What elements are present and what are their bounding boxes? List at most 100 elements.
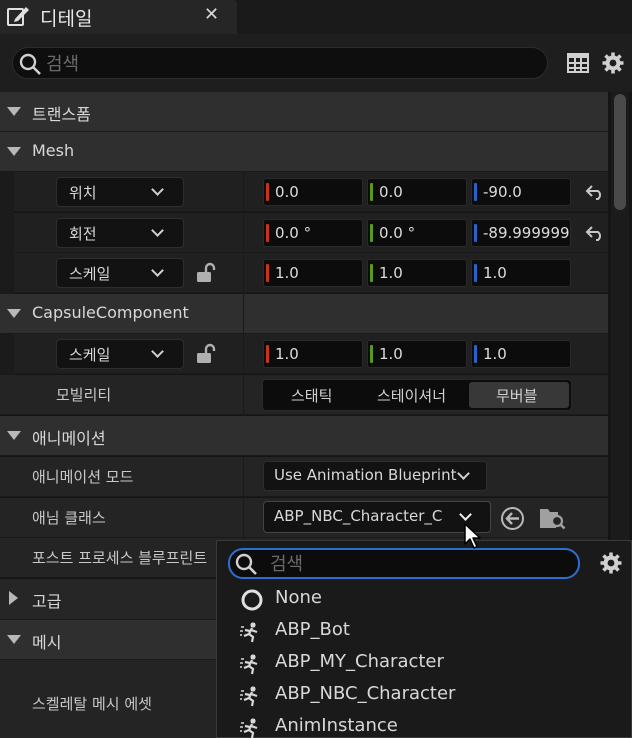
search-icon	[235, 553, 257, 575]
scale-y-field[interactable]: 1.0	[367, 259, 467, 287]
reset-arrow-icon[interactable]	[584, 224, 606, 242]
unlock-icon[interactable]	[195, 343, 217, 365]
section-label: 트랜스폼	[32, 105, 91, 124]
capsule-scale-label: 스케일	[69, 346, 111, 364]
capsule-scale-z-field[interactable]: 1.0	[471, 340, 571, 368]
picker-search-placeholder: 검색	[270, 554, 304, 575]
scale-row: 스케일 1.0 1.0 1.0	[0, 253, 608, 293]
section-label: 메시	[32, 633, 62, 652]
details-tab[interactable]	[0, 0, 237, 34]
anim-class-label: 애님 클래스	[32, 509, 106, 527]
anim-class-row: 애님 클래스 ABP_NBC_Character_C	[0, 498, 608, 538]
rotation-z-value: -89.999999	[483, 224, 569, 242]
mobility-option-movable[interactable]: 무버블	[496, 385, 537, 406]
location-y-field[interactable]: 0.0	[367, 178, 467, 206]
mouse-cursor-icon	[464, 523, 481, 549]
table-view-icon[interactable]	[566, 51, 590, 75]
mobility-label: 모빌리티	[56, 386, 112, 404]
section-mesh[interactable]: Mesh	[0, 132, 608, 172]
section-label: CapsuleComponent	[32, 303, 189, 322]
animation-mode-dropdown[interactable]: Use Animation Blueprint	[263, 461, 487, 491]
browse-folder-icon[interactable]	[538, 503, 566, 531]
column-splitter[interactable]	[243, 172, 244, 416]
collapse-caret-icon	[7, 147, 21, 156]
scale-z-value: 1.0	[483, 264, 507, 282]
location-dropdown[interactable]: 위치	[56, 177, 184, 207]
location-z-value: -90.0	[483, 183, 522, 201]
chevron-down-icon	[457, 467, 470, 480]
section-label: 고급	[32, 592, 62, 611]
capsule-scale-x-value: 1.0	[275, 345, 299, 363]
location-x-field[interactable]: 0.0	[263, 178, 363, 206]
section-label: 애니메이션	[32, 429, 106, 448]
anim-blueprint-icon	[240, 654, 258, 675]
mobility-option-stationary[interactable]: 스테이셔너	[377, 385, 446, 406]
location-y-value: 0.0	[379, 183, 403, 201]
anim-class-value: ABP_NBC_Character_C	[274, 507, 443, 525]
collapse-caret-icon	[7, 107, 21, 116]
chevron-down-icon	[151, 183, 164, 196]
search-input[interactable]	[12, 47, 548, 79]
collapse-caret-icon	[7, 431, 21, 440]
picker-item-label: None	[275, 587, 322, 608]
rotation-row: 회전 0.0 ° 0.0 ° -89.999999	[0, 213, 608, 253]
picker-item-label: ABP_MY_Character	[275, 651, 444, 672]
gear-icon[interactable]	[599, 551, 623, 575]
location-z-field[interactable]: -90.0	[471, 178, 571, 206]
reset-arrow-icon[interactable]	[584, 183, 606, 201]
search-icon	[19, 53, 41, 75]
animation-mode-label: 애니메이션 모드	[32, 468, 134, 486]
expand-caret-icon	[9, 591, 18, 605]
scale-z-field[interactable]: 1.0	[471, 259, 571, 287]
pencil-icon	[7, 7, 29, 26]
anim-blueprint-icon	[240, 686, 258, 707]
rotation-z-field[interactable]: -89.999999	[471, 219, 571, 247]
close-icon[interactable]: ✕	[204, 4, 219, 25]
post-process-label: 포스트 프로세스 블루프린트	[32, 549, 208, 567]
scale-label: 스케일	[69, 265, 111, 283]
scale-y-value: 1.0	[379, 264, 403, 282]
rotation-dropdown[interactable]: 회전	[56, 218, 184, 248]
section-capsule-component[interactable]: CapsuleComponent	[0, 294, 608, 334]
anim-blueprint-icon	[240, 718, 258, 738]
mobility-row: 모빌리티 스태틱 스테이셔너 무버블	[0, 375, 608, 415]
anim-class-dropdown[interactable]: ABP_NBC_Character_C	[263, 501, 491, 533]
capsule-scale-y-field[interactable]: 1.0	[367, 340, 467, 368]
mobility-segmented-control[interactable]: 스태틱 스테이셔너 무버블	[262, 379, 572, 411]
scale-dropdown[interactable]: 스케일	[56, 258, 184, 288]
capsule-scale-row: 스케일 1.0 1.0 1.0	[0, 334, 608, 374]
gear-icon[interactable]	[601, 51, 625, 75]
scale-x-value: 1.0	[275, 264, 299, 282]
mobility-option-static[interactable]: 스태틱	[291, 385, 332, 406]
capsule-scale-x-field[interactable]: 1.0	[263, 340, 363, 368]
animation-mode-row: 애니메이션 모드 Use Animation Blueprint	[0, 457, 608, 497]
indent-gutter	[0, 334, 14, 375]
location-x-value: 0.0	[275, 183, 299, 201]
indent-gutter	[0, 172, 14, 294]
capsule-scale-dropdown[interactable]: 스케일	[56, 339, 184, 369]
picker-item-label: ABP_NBC_Character	[275, 683, 456, 704]
animation-mode-value: Use Animation Blueprint	[274, 466, 457, 484]
picker-item-label: AnimInstance	[275, 715, 398, 736]
skeletal-mesh-label: 스켈레탈 메시 에셋	[32, 695, 152, 713]
unlock-icon[interactable]	[195, 262, 217, 284]
rotation-x-field[interactable]: 0.0 °	[263, 219, 363, 247]
anim-blueprint-icon	[240, 622, 258, 643]
chevron-down-icon	[151, 224, 164, 237]
chevron-down-icon	[459, 508, 472, 521]
tab-title: 디테일	[40, 8, 93, 30]
scrollbar-thumb[interactable]	[614, 94, 626, 210]
collapse-caret-icon	[7, 635, 21, 644]
scale-x-field[interactable]: 1.0	[263, 259, 363, 287]
rotation-y-field[interactable]: 0.0 °	[367, 219, 467, 247]
location-row: 위치 0.0 0.0 -90.0	[0, 172, 608, 212]
collapse-caret-icon	[7, 309, 21, 318]
section-animation[interactable]: 애니메이션	[0, 416, 608, 456]
chevron-down-icon	[151, 264, 164, 277]
section-transform[interactable]: 트랜스폼	[0, 92, 608, 132]
capsule-scale-z-value: 1.0	[483, 345, 507, 363]
chevron-down-icon	[151, 345, 164, 358]
search-placeholder: 검색	[46, 54, 80, 75]
use-selected-arrow-icon[interactable]	[500, 506, 525, 531]
picker-item-label: ABP_Bot	[275, 619, 350, 640]
